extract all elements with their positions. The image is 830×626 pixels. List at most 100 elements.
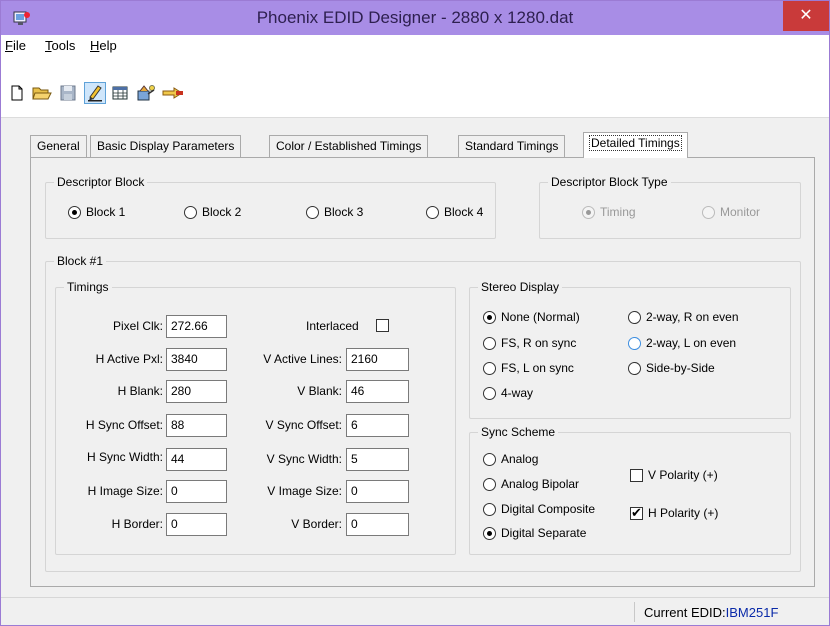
timings-group: Timings Pixel Clk: 272.66 Interlaced H A… bbox=[55, 280, 456, 555]
h-border-label: H Border: bbox=[111, 517, 163, 531]
open-button[interactable] bbox=[31, 82, 53, 104]
stereo-none-label: None (Normal) bbox=[501, 310, 580, 324]
block-3-radio-dot bbox=[306, 205, 319, 219]
stereo-fs-l-on-sync-radio-dot bbox=[483, 361, 496, 375]
sync-digital-separate-label: Digital Separate bbox=[501, 526, 587, 540]
stereo-2-way-l-on-even-radio[interactable]: 2-way, L on even bbox=[628, 336, 736, 350]
stereo-fs-r-on-sync-radio[interactable]: FS, R on sync bbox=[483, 336, 576, 350]
sync-digital-composite-radio[interactable]: Digital Composite bbox=[483, 502, 595, 516]
status-bar: Current EDID:IBM251F bbox=[1, 597, 829, 625]
block-title: Block #1 bbox=[54, 254, 107, 268]
pixel-clk-label: Pixel Clk: bbox=[112, 319, 163, 333]
save-button[interactable] bbox=[57, 82, 79, 104]
stereo-2-way-r-on-even-radio[interactable]: 2-way, R on even bbox=[628, 310, 739, 324]
stereo-none-radio-dot bbox=[483, 310, 496, 324]
stereo-side-by-side-radio[interactable]: Side-by-Side bbox=[628, 361, 715, 375]
timing-radio[interactable]: Timing bbox=[582, 205, 636, 219]
block-4-radio[interactable]: Block 4 bbox=[426, 205, 483, 219]
h-image-size-label: H Image Size: bbox=[87, 484, 163, 498]
tab-color-established-timings[interactable]: Color / Established Timings bbox=[269, 135, 429, 157]
monitor-radio[interactable]: Monitor bbox=[702, 205, 760, 219]
sync-scheme-group: Sync Scheme Analog Analog Bipolar Digita… bbox=[469, 425, 791, 555]
h-sync-offset-input[interactable]: 88 bbox=[166, 414, 227, 437]
edit-button[interactable] bbox=[84, 82, 106, 104]
block-4-radio-dot bbox=[426, 205, 439, 219]
block-3-radio[interactable]: Block 3 bbox=[306, 205, 363, 219]
stereo-4-way-radio[interactable]: 4-way bbox=[483, 386, 533, 400]
menu-file[interactable]: File bbox=[5, 38, 26, 53]
stereo-side-by-side-radio-dot bbox=[628, 361, 641, 375]
v-sync-width-input[interactable]: 5 bbox=[346, 448, 409, 471]
h-sync-width-input[interactable]: 44 bbox=[166, 448, 227, 471]
table-view-button[interactable] bbox=[109, 82, 131, 104]
status-label: Current EDID: bbox=[644, 605, 726, 620]
stereo-side-by-side-label: Side-by-Side bbox=[646, 361, 715, 375]
toolbar bbox=[1, 56, 829, 118]
stereo-fs-l-on-sync-label: FS, L on sync bbox=[501, 361, 574, 375]
timings-title: Timings bbox=[64, 280, 112, 294]
tab-basic-display-parameters[interactable]: Basic Display Parameters bbox=[90, 135, 242, 157]
h-blank-label: H Blank: bbox=[117, 384, 163, 398]
wizard-button[interactable] bbox=[135, 82, 157, 104]
v-border-input[interactable]: 0 bbox=[346, 513, 409, 536]
export-button[interactable] bbox=[162, 82, 184, 104]
tab-general[interactable]: General bbox=[30, 135, 87, 157]
v-sync-offset-label: V Sync Offset: bbox=[265, 418, 342, 432]
tab-standard-timings[interactable]: Standard Timings bbox=[458, 135, 566, 157]
tab-detailed-timings[interactable]: Detailed Timings bbox=[583, 132, 688, 158]
interlaced-checkbox[interactable] bbox=[376, 319, 389, 332]
v-sync-offset-input[interactable]: 6 bbox=[346, 414, 409, 437]
block-1-group: Block #1 Timings Pixel Clk: 272.66 Inter… bbox=[45, 254, 801, 572]
v-image-size-input[interactable]: 0 bbox=[346, 480, 409, 503]
h-polarity-checkbox[interactable]: ✔ H Polarity (+) bbox=[630, 505, 718, 520]
close-button[interactable]: ✕ bbox=[783, 1, 829, 31]
h-sync-offset-label: H Sync Offset: bbox=[85, 418, 163, 432]
v-sync-width-label: V Sync Width: bbox=[266, 452, 342, 466]
menu-tools[interactable]: Tools bbox=[45, 38, 75, 53]
timing-label: Timing bbox=[600, 205, 636, 219]
tab-detailed-timings-label: Detailed Timings bbox=[589, 135, 682, 151]
sync-digital-composite-radio-dot bbox=[483, 502, 496, 516]
block-2-radio[interactable]: Block 2 bbox=[184, 205, 241, 219]
block-3-label: Block 3 bbox=[324, 205, 364, 219]
open-folder-icon bbox=[32, 87, 52, 100]
new-file-button[interactable] bbox=[6, 82, 28, 104]
sync-analog-radio-dot bbox=[483, 452, 496, 466]
sync-digital-separate-radio-dot bbox=[483, 526, 496, 540]
sync-digital-separate-radio[interactable]: Digital Separate bbox=[483, 526, 586, 540]
v-active-lines-input[interactable]: 2160 bbox=[346, 348, 409, 371]
interlaced-checkbox-box bbox=[376, 319, 389, 332]
menu-tools-rest: ools bbox=[51, 38, 76, 53]
h-active-pxl-label: H Active Pxl: bbox=[95, 352, 163, 366]
menu-help-rest: elp bbox=[99, 38, 117, 53]
descriptor-block-type-group: Descriptor Block Type Timing Monitor bbox=[539, 175, 801, 239]
h-border-input[interactable]: 0 bbox=[166, 513, 227, 536]
stereo-4-way-radio-dot bbox=[483, 386, 496, 400]
tab-panel-detailed-timings: Descriptor Block Block 1 Block 2 Block 3… bbox=[30, 157, 815, 587]
sync-analog-radio[interactable]: Analog bbox=[483, 452, 538, 466]
descriptor-block-title: Descriptor Block bbox=[54, 175, 148, 189]
v-blank-input[interactable]: 46 bbox=[346, 380, 409, 403]
sync-analog-bipolar-radio-dot bbox=[483, 477, 496, 491]
sync-analog-bipolar-label: Analog Bipolar bbox=[501, 477, 580, 491]
new-icon bbox=[11, 85, 23, 101]
h-image-size-input[interactable]: 0 bbox=[166, 480, 227, 503]
sync-analog-bipolar-radio[interactable]: Analog Bipolar bbox=[483, 477, 579, 491]
pixel-clk-input[interactable]: 272.66 bbox=[166, 315, 227, 338]
block-1-radio[interactable]: Block 1 bbox=[68, 205, 125, 219]
timing-radio-dot bbox=[582, 205, 595, 219]
h-blank-input[interactable]: 280 bbox=[166, 380, 227, 403]
sync-analog-label: Analog bbox=[501, 452, 539, 466]
stereo-none-radio[interactable]: None (Normal) bbox=[483, 310, 580, 324]
title-bar[interactable]: Phoenix EDID Designer - 2880 x 1280.dat … bbox=[1, 1, 829, 35]
block-2-radio-dot bbox=[184, 205, 197, 219]
window-title: Phoenix EDID Designer - 2880 x 1280.dat bbox=[256, 8, 574, 27]
descriptor-block-type-title: Descriptor Block Type bbox=[548, 175, 671, 189]
h-active-pxl-input[interactable]: 3840 bbox=[166, 348, 227, 371]
v-polarity-label: V Polarity (+) bbox=[648, 468, 718, 482]
descriptor-block-group: Descriptor Block Block 1 Block 2 Block 3… bbox=[45, 175, 496, 239]
v-polarity-checkbox[interactable]: V Polarity (+) bbox=[630, 468, 718, 482]
stereo-fs-l-on-sync-radio[interactable]: FS, L on sync bbox=[483, 361, 574, 375]
status-value: IBM251F bbox=[725, 605, 779, 620]
menu-help[interactable]: Help bbox=[90, 38, 117, 53]
